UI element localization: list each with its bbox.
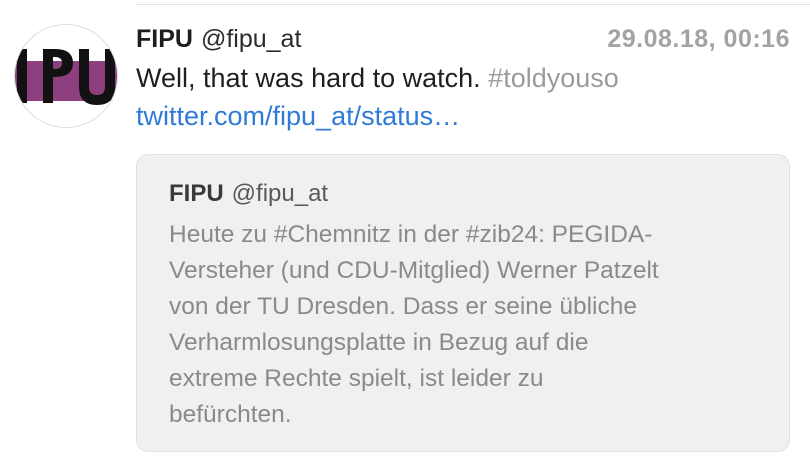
- quoted-author-handle: @fipu_at: [231, 180, 329, 207]
- quoted-tweet-header: FIPU @fipu_at: [169, 177, 328, 211]
- quoted-text-line: von der TU Dresden. Dass er seine üblich…: [169, 293, 638, 320]
- quoted-text-line: Heute zu #Chemnitz in der #zib24: PEGIDA…: [169, 221, 653, 248]
- fipu-logo-icon: [15, 25, 117, 127]
- quoted-text-line: befürchten.: [169, 401, 292, 428]
- author-name[interactable]: FIPU: [136, 25, 193, 53]
- status-link[interactable]: twitter.com/fipu_at/status…: [136, 98, 460, 134]
- tweet-text-body: Well, that was hard to watch.: [136, 63, 481, 93]
- quoted-text-line: Verharmlosungsplatte in Bezug auf die: [169, 329, 589, 356]
- timestamp[interactable]: 29.08.18, 00:16: [607, 22, 790, 56]
- quoted-tweet-text: Heute zu #Chemnitz in der #zib24: PEGIDA…: [169, 217, 769, 433]
- quoted-text-line: extreme Rechte spielt, ist leider zu: [169, 365, 544, 392]
- avatar[interactable]: [14, 24, 118, 128]
- tweet-text: Well, that was hard to watch. #toldyouso: [136, 60, 619, 96]
- tweet-header: FIPU @fipu_at: [136, 22, 301, 56]
- quoted-text-line: Versteher (und CDU-Mitglied) Werner Patz…: [169, 257, 659, 284]
- divider: [136, 4, 810, 5]
- tweet: FIPU @fipu_at 29.08.18, 00:16 Well, that …: [0, 0, 810, 458]
- hashtag-link[interactable]: #toldyouso: [488, 63, 619, 93]
- quoted-author-name: FIPU: [169, 180, 224, 207]
- quoted-tweet-card[interactable]: FIPU @fipu_at Heute zu #Chemnitz in der #…: [136, 154, 790, 452]
- author-handle[interactable]: @fipu_at: [201, 25, 301, 53]
